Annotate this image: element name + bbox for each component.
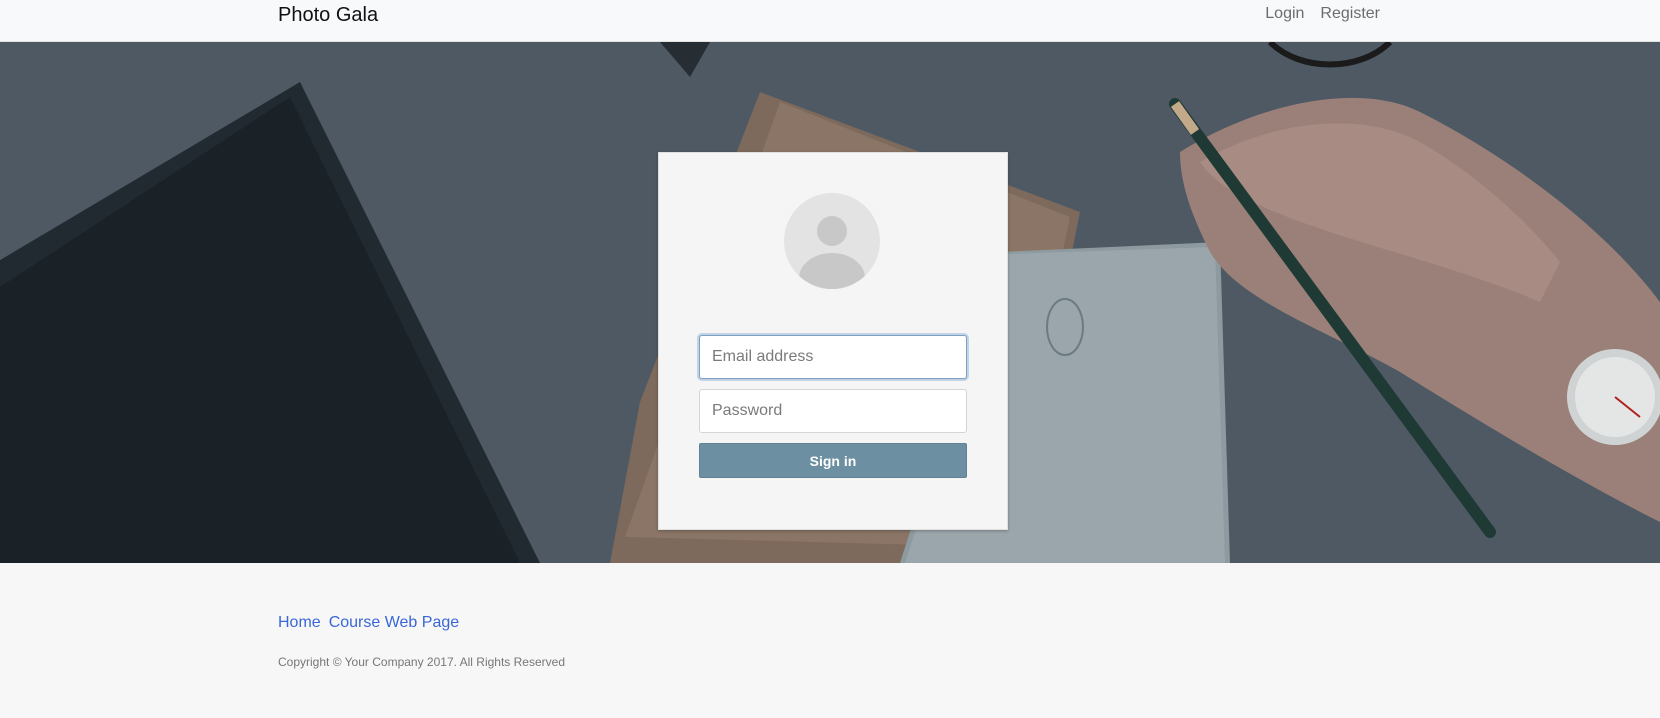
copyright-text: Copyright © Your Company 2017. All Right… <box>278 655 565 669</box>
email-input[interactable] <box>699 335 967 379</box>
register-link[interactable]: Register <box>1320 4 1380 24</box>
avatar-body <box>799 253 865 289</box>
sign-in-button[interactable]: Sign in <box>699 443 967 478</box>
hero-banner: Sign in <box>0 42 1660 563</box>
nav-links: Login Register <box>1265 4 1380 24</box>
top-navbar: Photo Gala Login Register <box>0 0 1660 42</box>
avatar-head <box>817 216 847 246</box>
footer-course-link[interactable]: Course Web Page <box>329 614 459 632</box>
brand-logo[interactable]: Photo Gala <box>278 3 378 27</box>
footer-home-link[interactable]: Home <box>278 614 321 632</box>
login-link[interactable]: Login <box>1265 4 1304 24</box>
footer-links: Home Course Web Page <box>278 614 459 632</box>
login-card: Sign in <box>658 152 1008 530</box>
avatar-placeholder-icon <box>784 193 880 289</box>
password-input[interactable] <box>699 389 967 433</box>
